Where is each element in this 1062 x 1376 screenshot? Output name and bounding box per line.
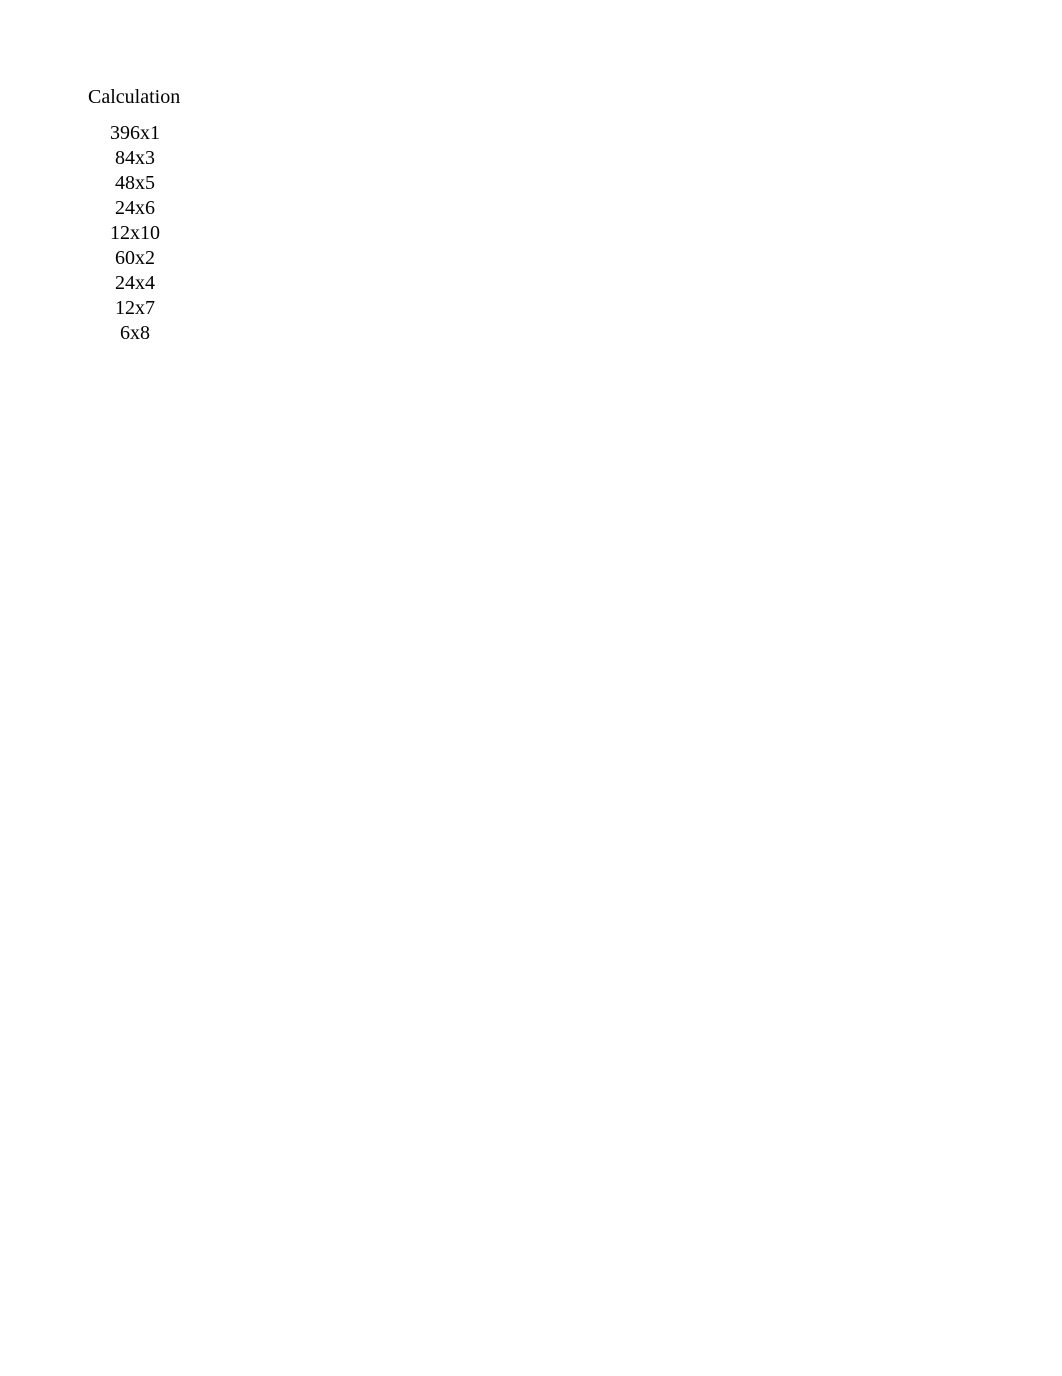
list-item: 12x10 — [110, 221, 160, 246]
list-item: 84x3 — [115, 146, 155, 171]
header-label: Calculation — [88, 86, 182, 109]
list-item: 24x6 — [115, 196, 155, 221]
calculation-list: 396x1 84x3 48x5 24x6 12x10 60x2 24x4 12x… — [88, 121, 182, 346]
list-item: 396x1 — [110, 121, 160, 146]
list-item: 48x5 — [115, 171, 155, 196]
calculation-block: Calculation 396x1 84x3 48x5 24x6 12x10 6… — [88, 86, 182, 346]
list-item: 6x8 — [120, 321, 150, 346]
list-item: 12x7 — [115, 296, 155, 321]
list-item: 60x2 — [115, 246, 155, 271]
list-item: 24x4 — [115, 271, 155, 296]
